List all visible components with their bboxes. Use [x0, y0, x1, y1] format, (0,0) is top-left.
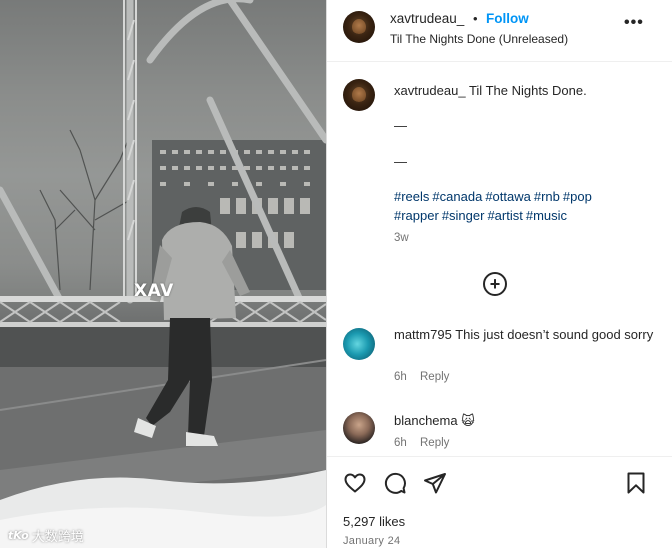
follow-button[interactable]: Follow — [486, 11, 529, 26]
hashtag-link[interactable]: #music — [526, 208, 567, 223]
comment-body: 🙀 — [461, 413, 475, 428]
hashtag-link[interactable]: #pop — [563, 189, 592, 204]
comment-age: 6h — [394, 371, 407, 383]
hashtag-link[interactable]: #artist — [487, 208, 522, 223]
more-options-icon[interactable]: ••• — [624, 14, 644, 32]
hashtag-link[interactable]: #rnb — [534, 189, 560, 204]
comment-body: This just doesn’t sound good sorry — [455, 327, 654, 342]
commenter-username[interactable]: blanchema — [394, 413, 458, 428]
bookmark-icon[interactable] — [624, 471, 648, 495]
caption-author-avatar[interactable] — [343, 79, 375, 111]
commenter-username[interactable]: mattm795 — [394, 327, 452, 342]
hashtag-link[interactable]: #rapper — [394, 208, 439, 223]
comment-text: blanchema 🙀 — [394, 412, 654, 430]
reel-video[interactable]: XAV tKo 大数跨境 — [0, 0, 326, 548]
heart-icon[interactable] — [343, 471, 367, 495]
caption-text: xavtrudeau_ Til The Nights Done. — [394, 82, 654, 100]
post-header: xavtrudeau_ • Follow Til The Nights Done… — [327, 0, 672, 62]
comment-meta: 6h Reply — [394, 371, 449, 383]
commenter-avatar[interactable] — [343, 328, 375, 360]
comment-icon[interactable] — [383, 471, 407, 495]
caption-username[interactable]: xavtrudeau_ — [394, 83, 466, 98]
reply-button[interactable]: Reply — [420, 371, 449, 383]
caption-dash-1: — — [394, 118, 407, 133]
caption-body: Til The Nights Done. — [468, 83, 587, 98]
comment-age: 6h — [394, 437, 407, 449]
reply-button[interactable]: Reply — [420, 437, 449, 449]
plus-circle-icon[interactable]: + — [483, 272, 507, 296]
hashtag-list: #reels #canada #ottawa #rnb #pop #rapper #sing… — [394, 187, 654, 225]
watermark: tKo 大数跨境 — [8, 526, 84, 545]
watermark-logo: tKo — [8, 529, 29, 542]
post-date: January 24 — [343, 535, 401, 547]
video-text-overlay: XAV — [134, 281, 174, 301]
hashtag-link[interactable]: #canada — [432, 189, 482, 204]
post-panel: xavtrudeau_ • Follow Til The Nights Done… — [326, 0, 672, 548]
comment-text: mattm795 This just doesn’t sound good so… — [394, 326, 654, 344]
author-username[interactable]: xavtrudeau_ — [390, 11, 464, 26]
post-actions: 5,297 likes January 24 — [327, 456, 672, 548]
author-avatar[interactable] — [343, 11, 375, 43]
commenter-avatar[interactable] — [343, 412, 375, 444]
caption-dash-2: — — [394, 154, 407, 169]
comment-meta: 6h Reply — [394, 437, 449, 449]
watermark-text: 大数跨境 — [31, 529, 84, 544]
hashtag-link[interactable]: #ottawa — [485, 189, 531, 204]
video-frame-illustration — [0, 0, 326, 548]
like-count[interactable]: 5,297 likes — [343, 514, 405, 529]
hashtag-link[interactable]: #reels — [394, 189, 429, 204]
header-separator: • — [473, 11, 478, 26]
share-icon[interactable] — [423, 471, 447, 495]
audio-title-link[interactable]: Til The Nights Done (Unreleased) — [390, 32, 568, 46]
caption-age: 3w — [394, 232, 409, 244]
hashtag-link[interactable]: #singer — [442, 208, 485, 223]
